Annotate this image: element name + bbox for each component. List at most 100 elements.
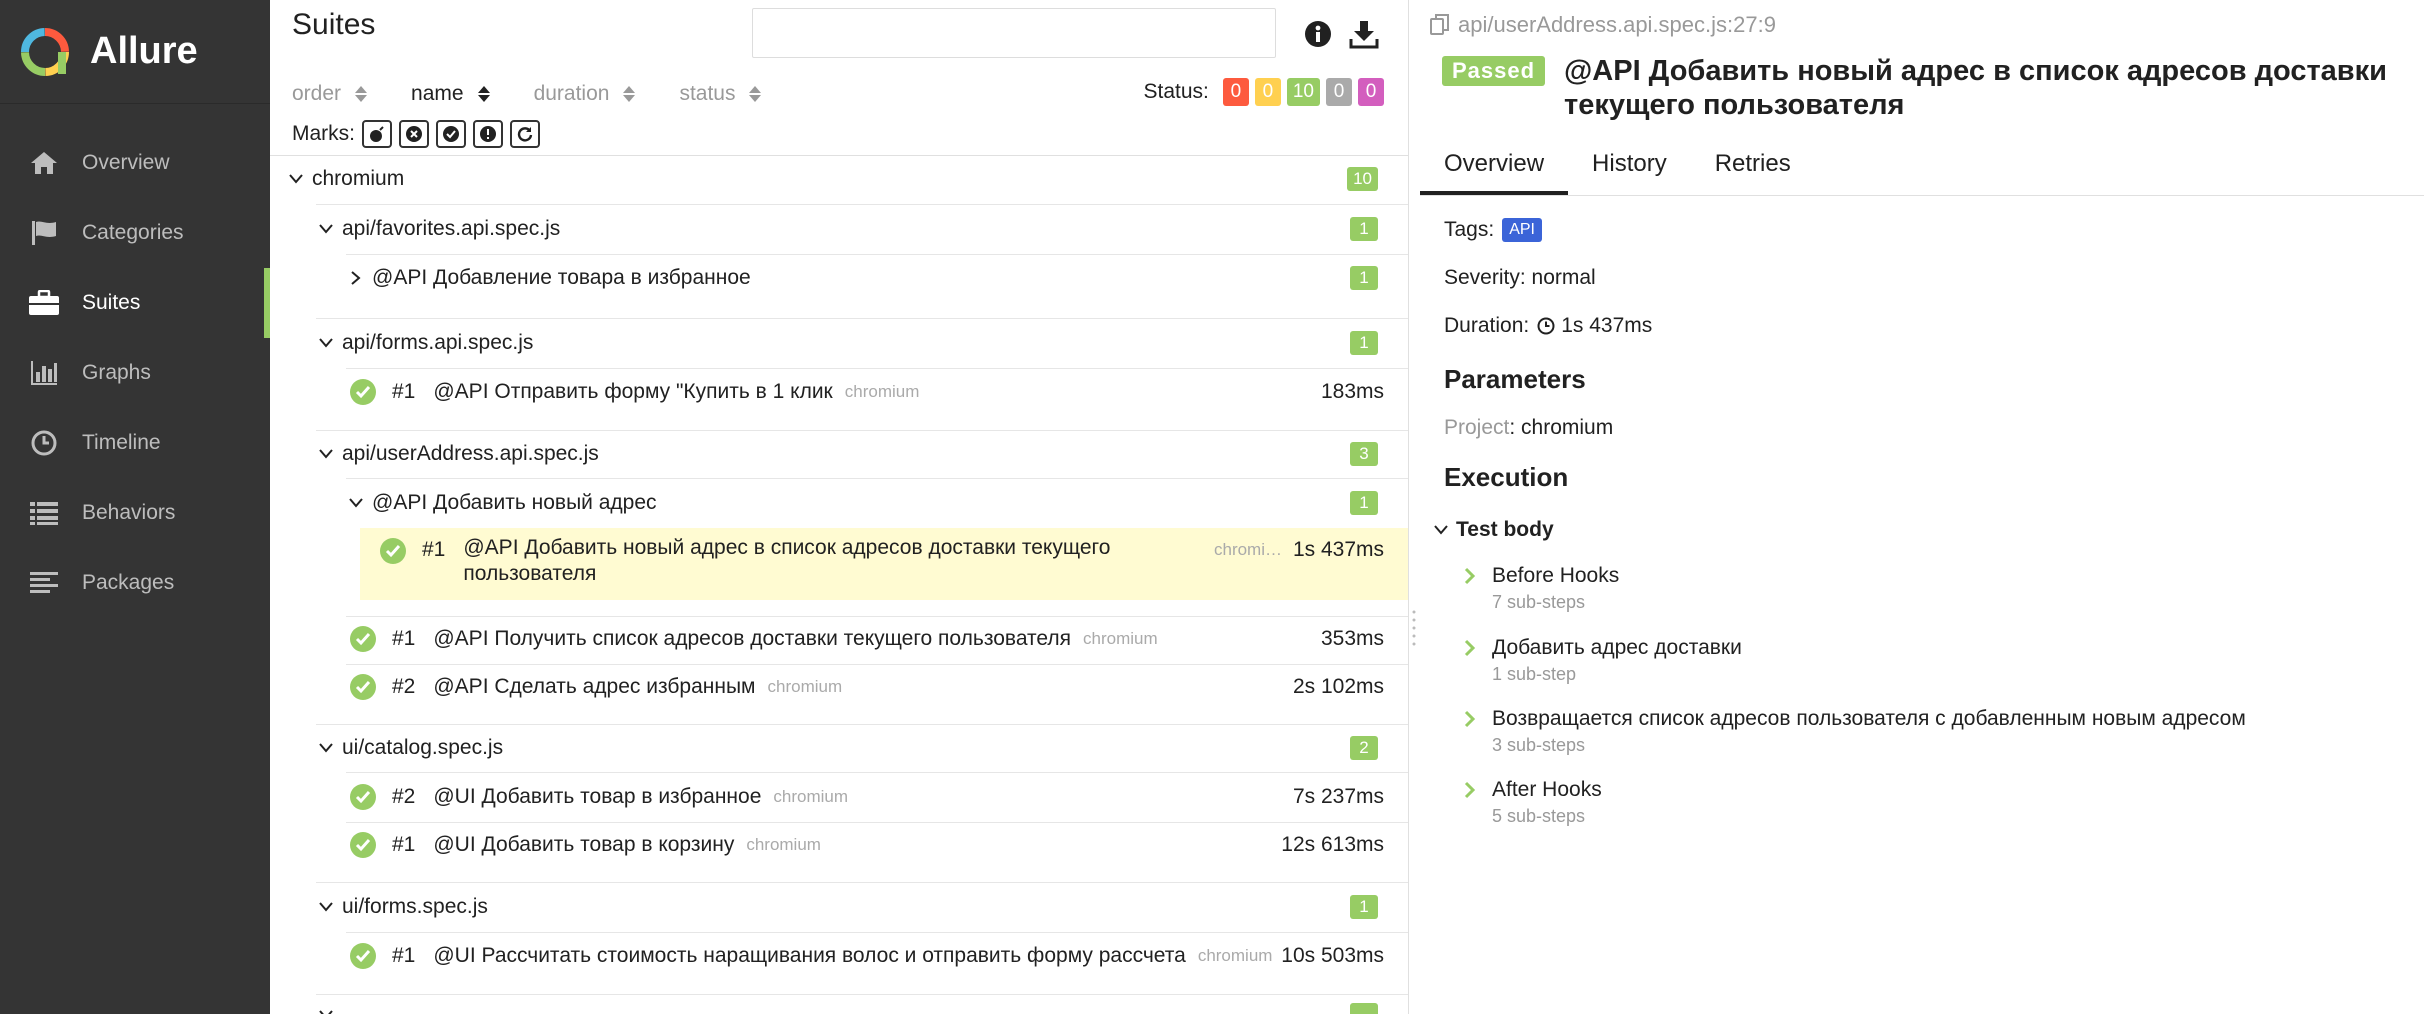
sort-duration[interactable]: duration <box>534 82 636 106</box>
sort-arrows-icon <box>749 86 762 102</box>
tab-history[interactable]: History <box>1568 140 1691 195</box>
test-title: @API Добавить новый адрес в список адрес… <box>1564 55 2387 121</box>
sort-order[interactable]: order <box>292 82 368 106</box>
step-substeps: 1 sub-step <box>1492 664 1577 684</box>
status-unknown-toggle[interactable]: 0 <box>1358 78 1384 106</box>
tree-group-chromium[interactable]: chromium 10 <box>270 160 1408 198</box>
test-name: @API Отправить форму "Купить в 1 клик <box>433 380 833 403</box>
sidebar-item-graphs[interactable]: Graphs <box>0 338 270 408</box>
sort-name[interactable]: name <box>411 82 490 106</box>
step-title: After Hooks <box>1492 778 1602 801</box>
tree-group-user-address[interactable]: api/userAddress.api.spec.js 3 <box>270 435 1408 473</box>
sidebar-item-behaviors[interactable]: Behaviors <box>0 478 270 548</box>
test-name: @UI Добавить товар в избранное <box>433 785 762 808</box>
tree-group-favorites-test[interactable]: @API Добавление товара в избранное 1 <box>270 259 1408 297</box>
page-title: Suites <box>292 8 376 41</box>
tree-group-forms-api[interactable]: api/forms.api.spec.js 1 <box>270 324 1408 362</box>
test-body-toggle[interactable]: Test body <box>1434 518 1554 542</box>
chevron-down-icon <box>316 743 336 753</box>
sidebar-item-packages[interactable]: Packages <box>0 548 270 618</box>
execution-heading: Execution <box>1444 462 1569 492</box>
mark-new-failed-button[interactable] <box>399 120 429 148</box>
parameter-value: : chromium <box>1509 416 1614 439</box>
status-failed-toggle[interactable]: 0 <box>1222 78 1249 106</box>
test-path-breadcrumb[interactable]: api/userAddress.api.spec.js:27:9 <box>1430 12 1776 38</box>
bomb-icon <box>370 126 384 142</box>
step-item[interactable]: Возвращается список адресов пользователя… <box>1464 707 2246 756</box>
test-row-selected[interactable]: #1 @API Добавить новый адрес в список ад… <box>270 528 1408 600</box>
status-passed-toggle[interactable]: 10 <box>1286 78 1320 106</box>
test-row[interactable]: #2 @UI Добавить товар в избранное chromi… <box>270 778 1408 816</box>
mark-flaky-button[interactable] <box>362 120 392 148</box>
test-row[interactable]: #1 @UI Добавить товар в корзину chromium… <box>270 826 1408 864</box>
mark-new-broken-button[interactable] <box>473 120 503 148</box>
sidebar-item-label: Categories <box>82 221 184 244</box>
brand[interactable]: Allure <box>0 0 270 104</box>
tree-group-ui-catalog[interactable]: ui/catalog.spec.js 2 <box>270 729 1408 767</box>
test-duration: 183ms <box>1320 380 1384 403</box>
tree-header: Suites order name duration status Status… <box>270 0 1408 156</box>
test-row[interactable]: #1 @API Получить список адресов доставки… <box>270 620 1408 658</box>
test-name-line1: @API Добавить новый адрес в список адрес… <box>463 536 1111 559</box>
search-input[interactable] <box>752 8 1276 58</box>
test-row[interactable]: #1 @API Отправить форму "Купить в 1 клик… <box>270 373 1408 411</box>
download-button[interactable] <box>1344 14 1384 54</box>
tab-overview[interactable]: Overview <box>1420 140 1569 195</box>
tree-group-add-address[interactable]: @API Добавить новый адрес 1 <box>270 484 1408 522</box>
sidebar-item-suites[interactable]: Suites <box>0 268 270 338</box>
chevron-right-icon <box>1464 564 1484 613</box>
detail-tabs: Overview History Retries <box>1420 140 2424 196</box>
test-param-tag: chromium <box>844 382 920 401</box>
step-substeps: 3 sub-steps <box>1492 735 1586 755</box>
test-detail-pane: api/userAddress.api.spec.js:27:9 Passed … <box>1420 0 2424 1014</box>
tag-badge[interactable]: API <box>1502 218 1542 242</box>
count-badge: 1 <box>1350 895 1378 919</box>
test-duration: 7s 237ms <box>1292 785 1384 808</box>
divider <box>346 664 1408 665</box>
severity-field: Severity: normal <box>1444 266 1596 289</box>
copy-icon[interactable] <box>1430 14 1450 36</box>
sidebar-item-overview[interactable]: Overview <box>0 128 270 198</box>
chevron-right-icon <box>1464 778 1484 827</box>
step-title: Возвращается список адресов пользователя… <box>1492 707 2246 730</box>
test-number: #1 <box>392 627 416 650</box>
tree-group-favorites[interactable]: api/favorites.api.spec.js 1 <box>270 210 1408 248</box>
count-badge: 1 <box>1350 266 1378 290</box>
check-circle-icon <box>350 832 376 858</box>
tree-group-ui-forms[interactable]: ui/forms.spec.js 1 <box>270 888 1408 926</box>
duration-value: 1s 437ms <box>1561 314 1653 337</box>
step-item[interactable]: Добавить адрес доставки 1 sub-step <box>1464 636 1742 685</box>
test-row[interactable]: #1 @UI Рассчитать стоимость наращивания … <box>270 937 1408 975</box>
sidebar-item-categories[interactable]: Categories <box>0 198 270 268</box>
divider <box>316 430 1408 431</box>
download-icon <box>1349 21 1379 49</box>
count-badge: 3 <box>1350 442 1378 466</box>
drag-handle-icon[interactable] <box>1411 608 1417 648</box>
tree-group-label: ui/catalog.spec.js <box>342 736 504 759</box>
step-item[interactable]: After Hooks 5 sub-steps <box>1464 778 1602 827</box>
divider <box>346 822 1408 823</box>
mark-new-passed-button[interactable] <box>436 120 466 148</box>
test-row[interactable]: #2 @API Сделать адрес избранным chromium… <box>270 668 1408 706</box>
sort-status[interactable]: status <box>679 82 762 106</box>
sidebar-item-timeline[interactable]: Timeline <box>0 408 270 478</box>
test-name-line2: пользователя <box>463 562 597 585</box>
step-item[interactable]: Before Hooks 7 sub-steps <box>1464 564 1619 613</box>
test-param-tag: chromium <box>1083 629 1158 648</box>
tree-group-partial[interactable] <box>270 1000 1408 1014</box>
chevron-down-icon <box>286 174 306 184</box>
bar-chart-icon <box>26 358 62 388</box>
info-button[interactable] <box>1298 14 1338 54</box>
test-duration: 2s 102ms <box>1292 675 1384 698</box>
divider <box>346 616 1408 617</box>
parameter-row: Project : chromium <box>1444 416 1613 440</box>
pane-splitter[interactable] <box>1408 0 1418 1014</box>
test-number: #1 <box>392 944 416 967</box>
status-broken-toggle[interactable]: 0 <box>1254 78 1281 106</box>
divider <box>346 254 1408 255</box>
count-badge: 1 <box>1350 331 1378 355</box>
tab-retries[interactable]: Retries <box>1691 140 1815 195</box>
status-skipped-toggle[interactable]: 0 <box>1326 78 1352 106</box>
tags-label: Tags: <box>1444 218 1495 241</box>
mark-retries-button[interactable] <box>510 120 540 148</box>
